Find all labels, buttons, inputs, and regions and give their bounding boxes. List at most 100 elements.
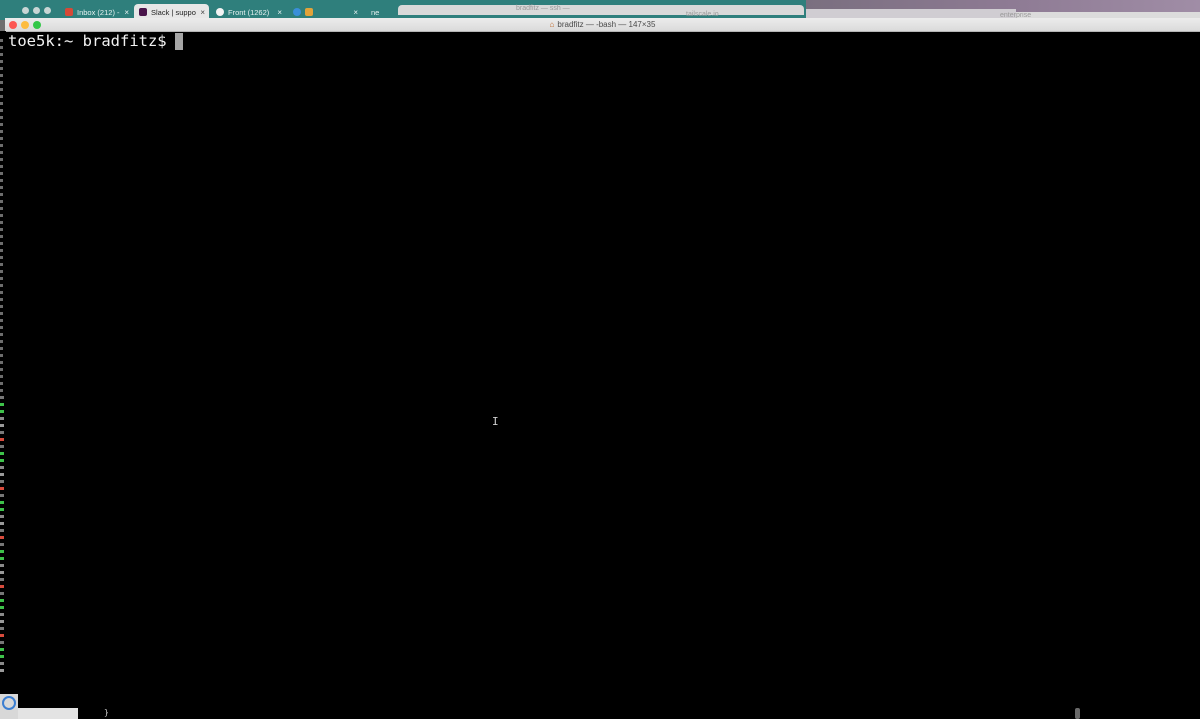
edge-glyph xyxy=(0,564,4,567)
edge-glyph xyxy=(0,263,3,266)
edge-glyph xyxy=(0,326,3,329)
terminal-cursor xyxy=(174,32,183,50)
edge-glyph xyxy=(0,424,4,427)
edge-glyph xyxy=(0,634,4,637)
shell-prompt-line[interactable]: toe5k:~ bradfitz$ xyxy=(8,31,183,51)
tab-close-icon[interactable]: × xyxy=(353,8,358,17)
edge-glyph xyxy=(0,340,3,343)
edge-glyph xyxy=(0,165,3,168)
background-terminal-title: bradfitz — ssh — xyxy=(516,5,570,12)
browser-zoom-dot[interactable] xyxy=(44,7,51,14)
edge-glyph xyxy=(0,270,3,273)
edge-glyph xyxy=(0,46,3,49)
edge-glyph xyxy=(0,648,4,651)
extension-icon xyxy=(305,8,313,16)
edge-glyph xyxy=(0,389,3,392)
globe-icon xyxy=(293,8,301,16)
edge-glyph xyxy=(0,95,3,98)
terminal-window[interactable]: ⌂ bradfitz — -bash — 147×35 toe5k:~ bradf… xyxy=(5,18,1200,719)
edge-glyph xyxy=(0,130,3,133)
background-code-brace: } xyxy=(104,708,109,717)
edge-glyph xyxy=(0,662,4,665)
edge-glyph xyxy=(0,151,3,154)
edge-glyph xyxy=(0,494,4,497)
edge-glyph xyxy=(0,116,3,119)
terminal-titlebar[interactable]: ⌂ bradfitz — -bash — 147×35 xyxy=(5,18,1200,32)
edge-glyph xyxy=(0,256,3,259)
edge-glyph xyxy=(0,137,3,140)
edge-glyph xyxy=(0,571,4,574)
tab-label: Slack | suppo xyxy=(151,7,196,17)
edge-glyph xyxy=(0,221,3,224)
edge-glyph xyxy=(0,606,4,609)
slack-icon xyxy=(139,8,147,16)
edge-glyph xyxy=(0,382,3,385)
edge-glyph xyxy=(0,347,3,350)
edge-glyph xyxy=(0,473,4,476)
tab-close-icon[interactable]: × xyxy=(124,8,129,17)
edge-glyph xyxy=(0,599,4,602)
terminal-title-text: bradfitz — -bash — 147×35 xyxy=(557,20,656,29)
tab-label: Front (1262) xyxy=(228,7,270,17)
edge-glyph xyxy=(0,459,4,462)
edge-glyph xyxy=(0,354,3,357)
edge-glyph xyxy=(0,403,4,406)
edge-glyph xyxy=(0,585,4,588)
edge-glyph xyxy=(0,74,3,77)
background-window-fragment xyxy=(18,708,78,719)
edge-glyph xyxy=(0,123,3,126)
edge-glyph xyxy=(0,438,4,441)
edge-glyph xyxy=(0,102,3,105)
browser-minimize-dot[interactable] xyxy=(33,7,40,14)
edge-glyph xyxy=(0,466,4,469)
tab-close-icon[interactable]: × xyxy=(200,8,205,17)
edge-glyph xyxy=(0,361,3,364)
background-terminal-titlebar xyxy=(398,5,804,15)
edge-glyph xyxy=(0,291,3,294)
gmail-icon xyxy=(65,8,73,16)
edge-glyph xyxy=(0,515,4,518)
front-icon xyxy=(216,8,224,16)
edge-glyph xyxy=(0,228,3,231)
edge-glyph xyxy=(0,529,4,532)
edge-glyph xyxy=(0,375,3,378)
background-terminal-edge xyxy=(0,31,6,719)
edge-glyph xyxy=(0,368,3,371)
edge-glyph xyxy=(0,88,3,91)
terminal-scrollbar[interactable] xyxy=(1075,708,1080,719)
tab-close-icon[interactable]: × xyxy=(277,8,282,17)
tab-label: Inbox (212) - xyxy=(77,7,120,17)
edge-glyph xyxy=(0,249,3,252)
edge-glyph xyxy=(0,186,3,189)
edge-glyph xyxy=(0,578,4,581)
edge-glyph xyxy=(0,144,3,147)
edge-glyph xyxy=(0,109,3,112)
chrome-dock-icon[interactable] xyxy=(2,696,16,710)
edge-glyph xyxy=(0,298,3,301)
edge-glyph xyxy=(0,200,3,203)
edge-glyph xyxy=(0,627,4,630)
edge-glyph xyxy=(0,67,3,70)
edge-glyph xyxy=(0,508,4,511)
edge-glyph xyxy=(0,81,3,84)
edge-glyph xyxy=(0,242,3,245)
edge-glyph xyxy=(0,410,4,413)
edge-glyph xyxy=(0,39,3,42)
edge-glyph xyxy=(0,522,4,525)
edge-glyph xyxy=(0,431,4,434)
terminal-title: ⌂ bradfitz — -bash — 147×35 xyxy=(5,18,1200,32)
edge-glyph xyxy=(0,669,4,672)
edge-glyph xyxy=(0,207,3,210)
edge-glyph xyxy=(0,277,3,280)
edge-glyph xyxy=(0,655,4,658)
browser-close-dot[interactable] xyxy=(22,7,29,14)
edge-glyph xyxy=(0,501,4,504)
edge-glyph xyxy=(0,312,3,315)
edge-glyph xyxy=(0,172,3,175)
edge-glyph xyxy=(0,480,4,483)
edge-glyph xyxy=(0,550,4,553)
edge-glyph xyxy=(0,158,3,161)
edge-glyph xyxy=(0,193,3,196)
edge-glyph xyxy=(0,543,4,546)
edge-glyph xyxy=(0,641,4,644)
